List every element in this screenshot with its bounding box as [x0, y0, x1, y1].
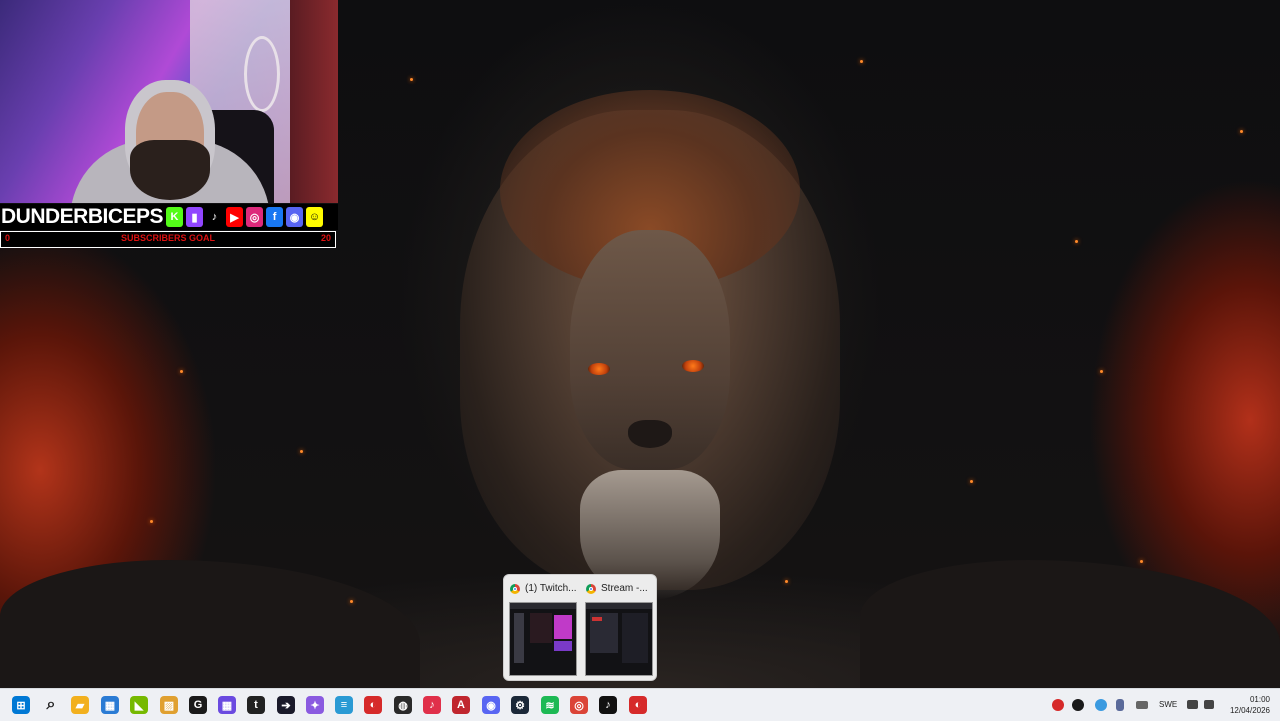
app-grid-icon[interactable]: ▦	[218, 696, 236, 714]
youtube-icon: ▶	[226, 207, 244, 227]
lion-artwork	[420, 80, 880, 640]
preview-window-title: Stream -...	[601, 583, 648, 594]
obs-tray-icon[interactable]	[1072, 699, 1084, 711]
preview-thumbnail-1[interactable]	[509, 602, 577, 676]
preview-window-title: (1) Twitch...	[525, 583, 577, 594]
clock-time: 01:00	[1249, 695, 1270, 704]
streamlabs-icon[interactable]: ◐	[629, 696, 647, 714]
kick-icon: K	[166, 207, 184, 227]
photos-icon[interactable]: ▨	[160, 696, 178, 714]
preview-window-2[interactable]: Stream -...	[586, 583, 648, 594]
tpm-icon[interactable]: t	[247, 696, 265, 714]
goal-label: SUBSCRIBERS GOAL	[120, 233, 215, 243]
webcam-feed	[0, 0, 338, 203]
discord-icon: ◉	[286, 207, 304, 227]
preview-window-1[interactable]: (1) Twitch...	[510, 583, 577, 594]
adobe-icon[interactable]: A	[452, 696, 470, 714]
chrome-icon[interactable]: ◎	[570, 696, 588, 714]
chrome-icon	[510, 583, 520, 594]
steam-icon[interactable]: ⚙	[511, 696, 529, 714]
rock-right	[860, 560, 1280, 688]
streamer	[70, 80, 270, 203]
goal-target: 20	[320, 233, 331, 243]
tiktok-icon[interactable]: ♪	[599, 696, 617, 714]
subscribers-goal-bar: 0 SUBSCRIBERS GOAL 20	[0, 231, 336, 248]
search-icon[interactable]: ⌕	[42, 696, 60, 714]
spotify-icon[interactable]: ≋	[541, 696, 559, 714]
streamelements-tray-icon[interactable]	[1052, 699, 1064, 711]
facebook-icon: f	[266, 207, 284, 227]
microphone-icon[interactable]	[1116, 699, 1124, 711]
g-hub-icon[interactable]: G	[189, 696, 207, 714]
instagram-icon: ◎	[246, 207, 264, 227]
start-windows-icon[interactable]: ⊞	[12, 696, 30, 714]
discord-icon[interactable]: ◉	[482, 696, 500, 714]
clock-date: 12/04/2026	[1229, 706, 1270, 715]
channel-name: DUNDERBICEPS	[1, 205, 164, 228]
taskbar: ⊞ ⌕ ▰ ▦ ◣ ▨ G ▦ t ➔ ✦ ≡ ◐ ◍ ♪ A ◉ ⚙ ≋ ◎ ♪ ◐ SWE 01:00 12/04/2…	[0, 688, 1280, 721]
volume-icon[interactable]	[1204, 700, 1214, 709]
social-icons: K ▮ ♪ ▶ ◎ f ◉ ☺	[163, 207, 324, 227]
nvidia-icon[interactable]: ◣	[130, 696, 148, 714]
snapchat-icon: ☺	[306, 207, 324, 227]
rock-left	[0, 560, 420, 688]
chrome-taskbar-preview: (1) Twitch... Stream -...	[503, 574, 657, 681]
keyboard-icon[interactable]	[1136, 701, 1148, 709]
obs-icon[interactable]: ◍	[394, 696, 412, 714]
streamelements-icon[interactable]: ◐	[364, 696, 382, 714]
preview-thumbnail-2[interactable]	[585, 602, 653, 676]
language-indicator[interactable]: SWE	[1159, 700, 1177, 709]
clock[interactable]: 01:00 12/04/2026	[1230, 694, 1270, 716]
microsoft-store-icon[interactable]: ▦	[101, 696, 119, 714]
shield-tray-icon[interactable]	[1095, 699, 1107, 711]
copilot-icon[interactable]: ✦	[306, 696, 324, 714]
chrome-icon	[586, 583, 596, 594]
channel-banner: DUNDERBICEPS K ▮ ♪ ▶ ◎ f ◉ ☺	[0, 204, 338, 230]
twitch-icon: ▮	[186, 207, 204, 227]
arrow-app-icon[interactable]: ➔	[277, 696, 295, 714]
tiktok-live-icon[interactable]: ♪	[423, 696, 441, 714]
tiktok-icon: ♪	[206, 207, 224, 227]
file-explorer-icon[interactable]: ▰	[71, 696, 89, 714]
notes-icon[interactable]: ≡	[335, 696, 353, 714]
network-icon[interactable]	[1187, 700, 1198, 709]
